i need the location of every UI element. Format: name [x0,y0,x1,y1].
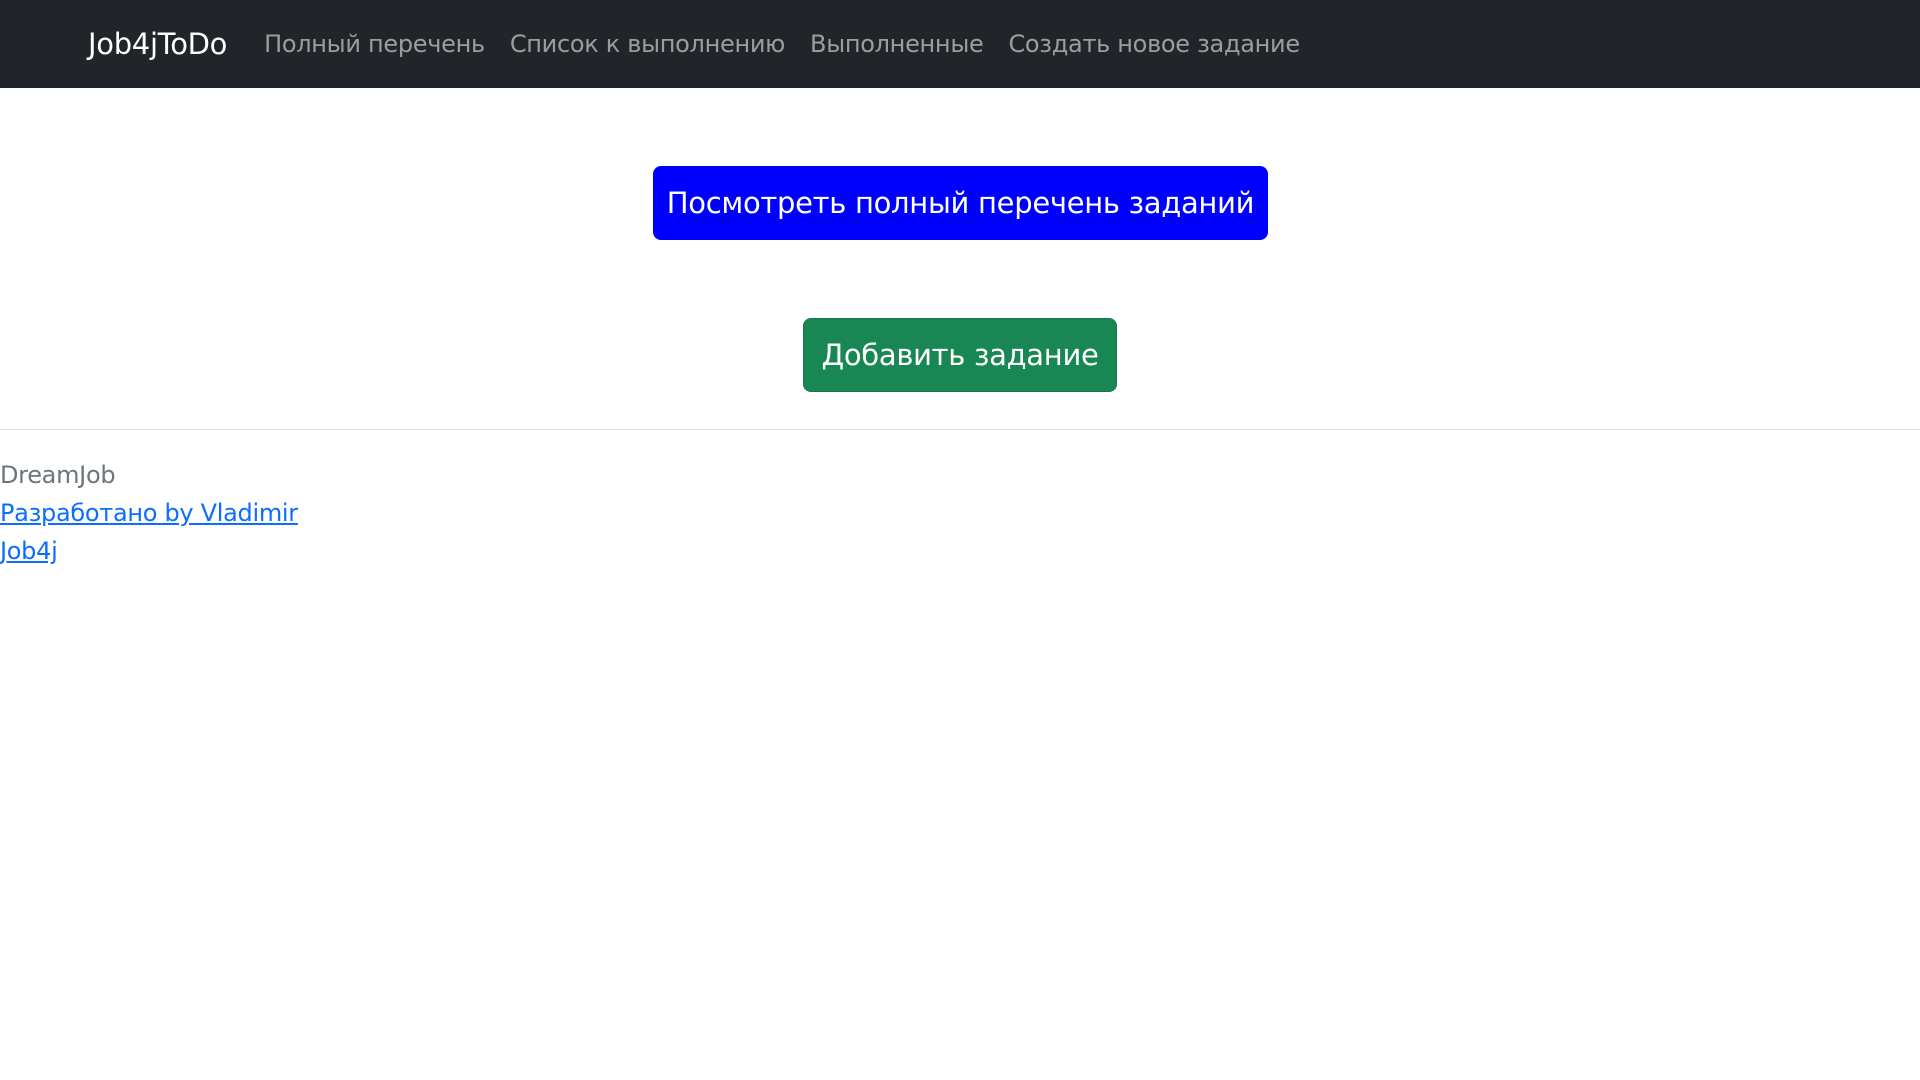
footer-org-link[interactable]: Job4j [0,532,600,570]
footer-divider [0,429,1920,430]
nav-link-todo-list[interactable]: Список к выполнению [510,30,786,58]
add-task-button[interactable]: Добавить задание [803,318,1117,392]
nav-link-all-tasks[interactable]: Полный перечень [264,30,485,58]
footer: DreamJob Разработано by Vladimir Job4j [0,456,600,570]
navbar-brand[interactable]: Job4jToDo [88,27,227,61]
footer-company: DreamJob [0,461,116,489]
main-content: Посмотреть полный перечень заданий Добав… [0,88,1920,429]
nav-link-create-task[interactable]: Создать новое задание [1008,30,1300,58]
view-all-tasks-button[interactable]: Посмотреть полный перечень заданий [653,166,1268,240]
navbar: Job4jToDo Полный перечень Список к выпол… [0,0,1920,88]
nav-link-completed[interactable]: Выполненные [810,30,984,58]
footer-developer-link[interactable]: Разработано by Vladimir [0,494,600,532]
